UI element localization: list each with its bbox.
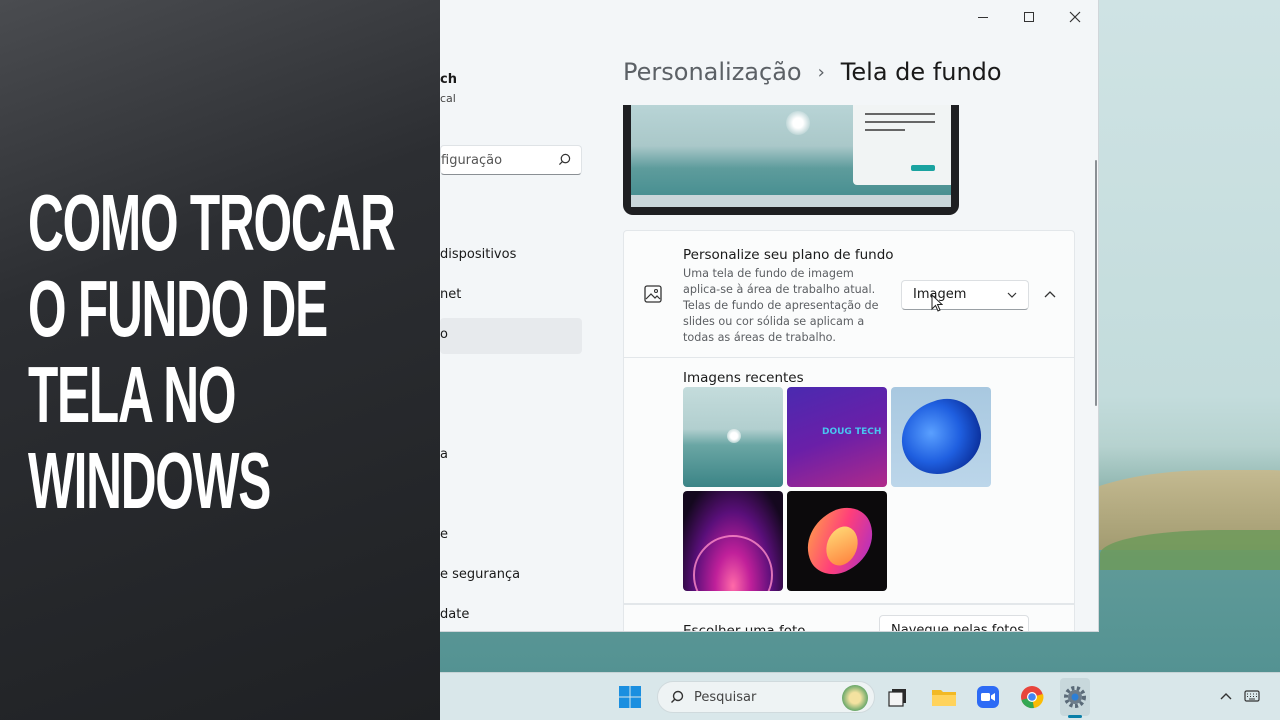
breadcrumb-separator: › bbox=[817, 61, 825, 83]
sidebar-item-apps[interactable]: a bbox=[440, 438, 582, 474]
scrollbar[interactable] bbox=[1095, 160, 1097, 406]
zoom-icon bbox=[977, 686, 999, 708]
recent-image-bloom[interactable] bbox=[891, 387, 991, 487]
background-type-card: Personalize seu plano de fundo Uma tela … bbox=[623, 230, 1075, 358]
taskbar-search-placeholder: Pesquisar bbox=[694, 690, 757, 705]
overlay-title-line: WINDOWS bbox=[28, 436, 271, 525]
file-explorer-button[interactable] bbox=[930, 683, 958, 711]
breadcrumb: Personalização › Tela de fundo bbox=[623, 58, 1002, 86]
sidebar-item-personalization[interactable]: o bbox=[440, 318, 582, 354]
page-title: Tela de fundo bbox=[840, 58, 1002, 86]
chevron-up-icon[interactable] bbox=[1218, 688, 1234, 704]
taskbar-search[interactable]: Pesquisar bbox=[657, 681, 875, 713]
recent-image-lake[interactable] bbox=[683, 387, 783, 487]
sidebar-item-privacy-security[interactable]: e segurança bbox=[440, 558, 582, 594]
minimize-button[interactable] bbox=[960, 0, 1006, 34]
close-icon bbox=[1069, 11, 1081, 23]
overlay-title-line: TELA NO bbox=[28, 350, 236, 439]
browse-photos-button[interactable]: Navegue pelas fotos bbox=[879, 615, 1029, 632]
preview-wallpaper bbox=[631, 105, 951, 207]
window-controls bbox=[960, 0, 1098, 34]
settings-icon bbox=[1064, 686, 1086, 708]
windows-start-icon bbox=[619, 686, 641, 708]
background-type-dropdown[interactable]: Imagem bbox=[901, 280, 1029, 312]
chrome-icon bbox=[1021, 686, 1044, 709]
overlay-title-line: COMO TROCAR bbox=[28, 178, 396, 267]
minimize-icon bbox=[978, 16, 988, 18]
title-overlay-panel: COMO TROCAR O FUNDO DE TELA NO WINDOWS bbox=[0, 0, 440, 720]
desktop-preview bbox=[623, 105, 959, 215]
settings-button[interactable] bbox=[1061, 683, 1089, 711]
chevron-up-icon[interactable] bbox=[1043, 289, 1057, 299]
recent-image-doug-tech[interactable]: DOUG TECH bbox=[787, 387, 887, 487]
maximize-icon bbox=[1024, 12, 1034, 22]
recent-images-title: Imagens recentes bbox=[683, 370, 804, 386]
close-button[interactable] bbox=[1052, 0, 1098, 34]
maximize-button[interactable] bbox=[1006, 0, 1052, 34]
search-highlight-icon bbox=[842, 685, 868, 711]
image-icon bbox=[644, 285, 662, 303]
search-icon bbox=[671, 690, 684, 703]
preview-window bbox=[853, 105, 951, 185]
sidebar-item-network[interactable]: net bbox=[440, 278, 582, 314]
background-card-title: Personalize seu plano de fundo bbox=[683, 247, 894, 263]
preview-line bbox=[865, 121, 935, 123]
thumb-bloom bbox=[891, 389, 991, 485]
start-button[interactable] bbox=[616, 683, 644, 711]
settings-sidebar: ch cal figuração dispositivos net o a e … bbox=[440, 0, 590, 631]
search-input-text: figuração bbox=[441, 153, 503, 168]
sidebar-item-windows-update[interactable]: date bbox=[440, 598, 582, 631]
choose-photo-card: Escolher uma foto Navegue pelas fotos bbox=[623, 604, 1075, 632]
task-view-icon bbox=[888, 689, 906, 707]
profile-account: cal bbox=[440, 92, 456, 105]
sidebar-item-dispositivos[interactable]: dispositivos bbox=[440, 238, 582, 274]
zoom-button[interactable] bbox=[974, 683, 1002, 711]
overlay-title: COMO TROCAR O FUNDO DE TELA NO WINDOWS bbox=[28, 178, 396, 525]
chevron-down-icon bbox=[1007, 292, 1017, 298]
preview-line bbox=[865, 129, 905, 131]
task-view-button[interactable] bbox=[884, 683, 912, 711]
choose-photo-label: Escolher uma foto bbox=[683, 623, 806, 632]
sidebar-item-accessibility[interactable]: e bbox=[440, 518, 582, 554]
preview-sun bbox=[786, 111, 810, 135]
settings-search-input[interactable]: figuração bbox=[440, 145, 582, 175]
recent-image-purple-glow[interactable] bbox=[683, 491, 783, 591]
recent-images-card: Imagens recentes DOUG TECH bbox=[623, 358, 1075, 604]
taskbar: Pesquisar bbox=[440, 672, 1280, 720]
preview-button bbox=[911, 165, 935, 171]
mouse-cursor-icon bbox=[931, 294, 943, 312]
settings-window: ch cal figuração dispositivos net o a e … bbox=[440, 0, 1099, 632]
thumb-logo-text: DOUG TECH bbox=[822, 427, 882, 437]
recent-image-abstract[interactable] bbox=[787, 491, 887, 591]
breadcrumb-parent[interactable]: Personalização bbox=[623, 58, 802, 86]
chrome-button[interactable] bbox=[1018, 683, 1046, 711]
thumb-ring bbox=[693, 535, 773, 591]
keyboard-icon[interactable] bbox=[1244, 688, 1260, 704]
overlay-title-line: O FUNDO DE bbox=[28, 264, 328, 353]
preview-taskbar bbox=[631, 195, 951, 207]
search-icon bbox=[558, 153, 571, 166]
browse-photos-label: Navegue pelas fotos bbox=[891, 623, 1025, 632]
preview-line bbox=[865, 113, 935, 115]
file-explorer-icon bbox=[932, 690, 956, 706]
active-app-indicator bbox=[1068, 715, 1082, 718]
thumb-sun bbox=[727, 429, 741, 443]
background-card-description: Uma tela de fundo de imagem aplica-se à … bbox=[683, 267, 879, 344]
profile-name: ch bbox=[440, 72, 457, 87]
